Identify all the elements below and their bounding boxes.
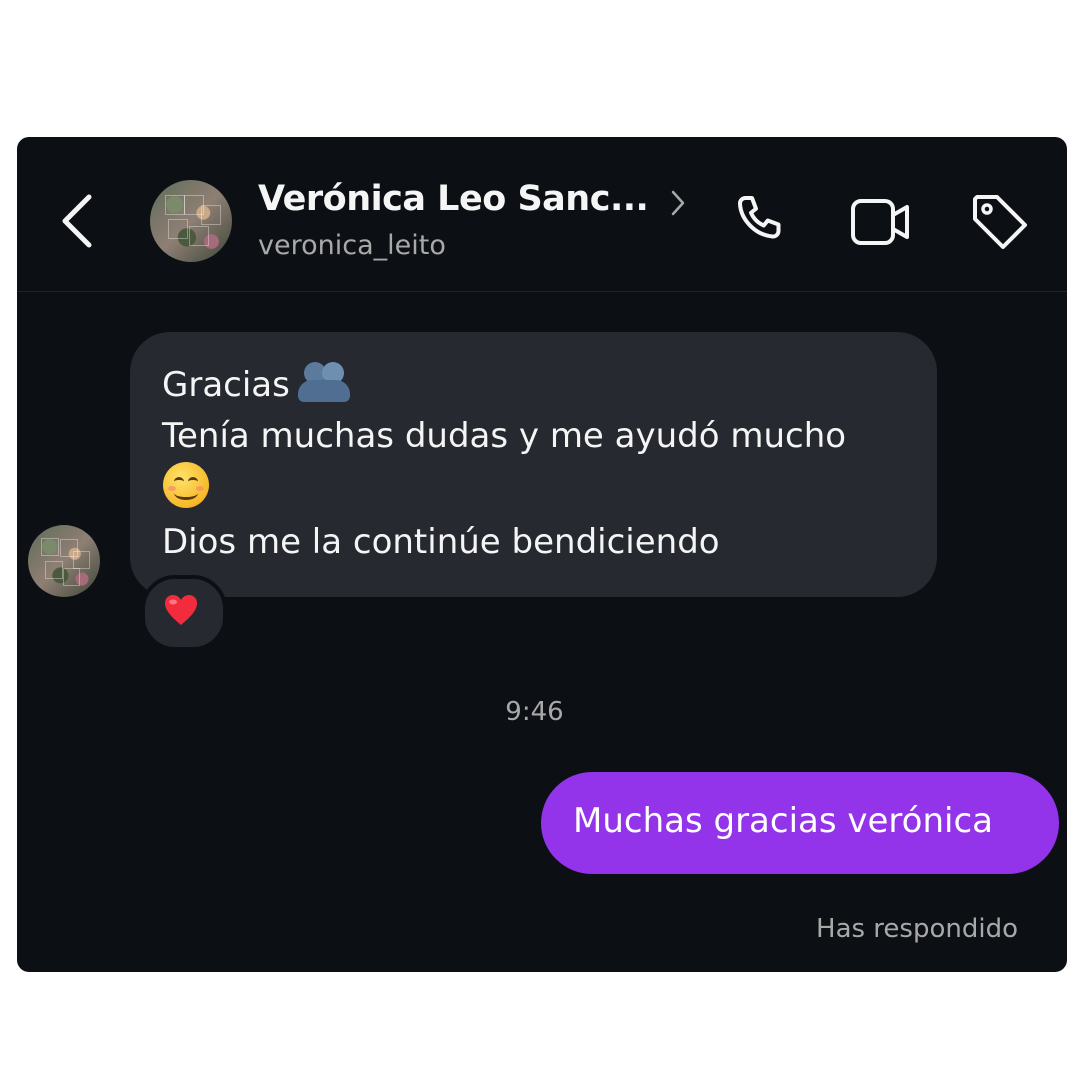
- message-timestamp: 9:46: [505, 697, 564, 727]
- tag-icon: [973, 195, 1027, 249]
- audio-call-button[interactable]: [729, 191, 789, 255]
- contact-username: veronica_leito: [258, 230, 446, 261]
- heart-reaction[interactable]: [141, 575, 227, 651]
- video-call-button[interactable]: [849, 195, 913, 255]
- label-button[interactable]: [969, 191, 1031, 257]
- chat-header: Verónica Leo Sanc... veronica_leito: [17, 137, 1067, 292]
- chevron-right-icon: [671, 190, 685, 216]
- outgoing-message-bubble[interactable]: Muchas gracias verónica: [541, 772, 1059, 874]
- incoming-message-bubble[interactable]: Gracias Tenía muchas dudas y me ayudó mu…: [130, 332, 937, 597]
- smiling-face-emoji: [163, 462, 209, 508]
- back-button[interactable]: [57, 189, 103, 253]
- message-text: Gracias: [162, 365, 290, 405]
- chat-window: Verónica Leo Sanc... veronica_leito Grac…: [17, 137, 1067, 972]
- contact-name: Verónica Leo Sanc...: [258, 179, 649, 219]
- message-line: Tenía muchas dudas y me ayudó mucho: [162, 416, 847, 456]
- message-line: Gracias: [162, 360, 350, 405]
- people-hugging-emoji: [297, 360, 350, 404]
- contact-profile-link[interactable]: Verónica Leo Sanc...: [258, 179, 649, 219]
- message-line: Dios me la continúe bendiciendo: [162, 522, 720, 562]
- reply-status: Has respondido: [816, 914, 1018, 944]
- message-text: Muchas gracias verónica: [573, 801, 993, 841]
- contact-avatar[interactable]: [150, 180, 232, 262]
- chevron-left-icon: [62, 194, 92, 248]
- sender-avatar[interactable]: [28, 525, 100, 597]
- red-heart-emoji: [165, 595, 197, 625]
- phone-icon: [737, 196, 781, 239]
- video-camera-icon: [851, 199, 909, 245]
